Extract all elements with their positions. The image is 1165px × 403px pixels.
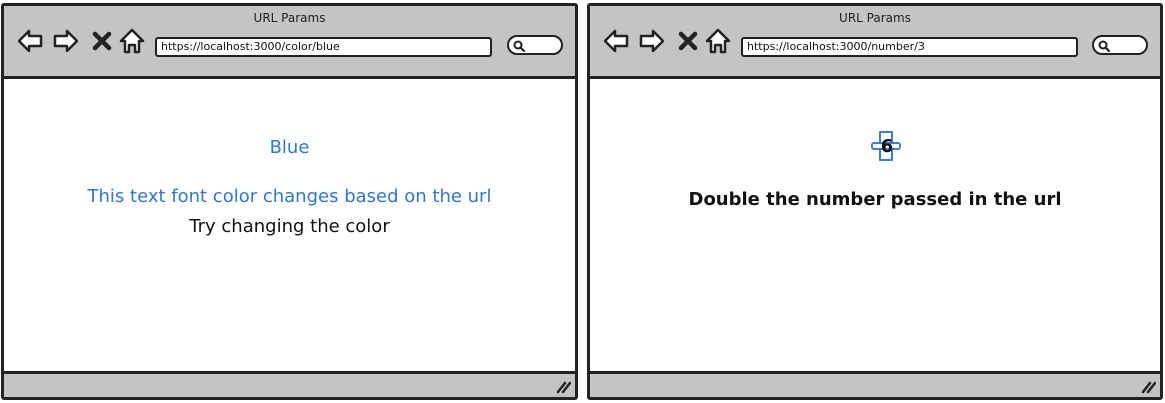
browser-toolbar: URL Params https://localhost:3000/color/… (4, 6, 575, 79)
back-arrow-icon[interactable] (16, 27, 44, 55)
resize-grip-icon[interactable] (1140, 380, 1156, 394)
number-field: 6 (871, 131, 901, 165)
status-bar (590, 371, 1160, 397)
double-description-text: Double the number passed in the url (688, 189, 1062, 210)
search-box[interactable] (1092, 35, 1148, 55)
number-value: 6 (880, 136, 894, 157)
home-icon[interactable] (118, 27, 146, 55)
url-input[interactable]: https://localhost:3000/number/3 (741, 37, 1078, 57)
search-box[interactable] (507, 35, 563, 55)
close-icon[interactable] (674, 27, 702, 55)
back-arrow-icon[interactable] (602, 27, 630, 55)
forward-arrow-icon[interactable] (52, 27, 80, 55)
browser-window-left: URL Params https://localhost:3000/color/… (1, 3, 578, 400)
status-bar (4, 371, 575, 397)
url-input[interactable]: https://localhost:3000/color/blue (155, 37, 492, 57)
instruction-text: Try changing the color (189, 216, 390, 237)
resize-grip-icon[interactable] (555, 380, 571, 394)
home-icon[interactable] (704, 27, 732, 55)
forward-arrow-icon[interactable] (638, 27, 666, 55)
window-title: URL Params (839, 11, 911, 25)
color-name-text: Blue (269, 137, 310, 158)
browser-toolbar: URL Params https://localhost:3000/number… (590, 6, 1160, 79)
colored-description-text: This text font color changes based on th… (87, 186, 492, 207)
search-icon (1098, 40, 1111, 53)
browser-window-right: URL Params https://localhost:3000/number… (587, 3, 1163, 400)
search-icon (513, 40, 526, 53)
window-title: URL Params (253, 11, 326, 25)
close-icon[interactable] (88, 27, 116, 55)
